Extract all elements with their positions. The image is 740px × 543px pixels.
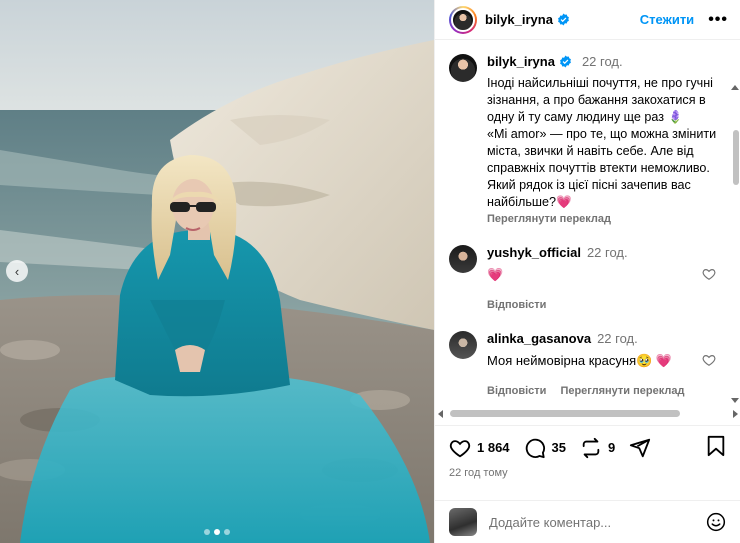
comment-input[interactable] (489, 514, 706, 530)
commenter-avatar[interactable] (449, 245, 477, 273)
heart-icon (449, 439, 471, 457)
caption-timestamp[interactable]: 22 год. (582, 54, 623, 69)
reply-button[interactable]: Відповісти (487, 299, 546, 311)
see-translation-link[interactable]: Переглянути переклад (487, 213, 726, 225)
post-header: bilyk_iryna Стежити ••• (435, 0, 740, 40)
comment-text: Моя неймовірна красуня🥹 💗 (487, 353, 673, 368)
comments-count: 35 (551, 440, 567, 455)
beach-photo-illustration (0, 0, 434, 543)
repost-icon (582, 437, 600, 458)
scroll-right-arrow[interactable] (733, 410, 738, 418)
comment-item: alinka_gasanova 22 год. Моя неймовірна к… (449, 331, 726, 397)
post-side-panel: bilyk_iryna Стежити ••• bilyk_iryna 22 г… (434, 0, 740, 543)
verified-icon (557, 13, 570, 26)
comment-icon (525, 438, 545, 458)
scroll-left-arrow[interactable] (438, 410, 443, 418)
repost-button[interactable]: 9 (580, 437, 615, 459)
post-actions-bar: 1 864 35 9 (435, 425, 740, 469)
comment-button[interactable]: 35 (524, 437, 566, 459)
author-username[interactable]: bilyk_iryna (485, 12, 553, 27)
save-bookmark-button[interactable] (706, 435, 726, 460)
emoji-icon[interactable] (706, 512, 726, 532)
bookmark-icon (707, 435, 725, 457)
commenter-username[interactable]: yushyk_official (487, 245, 581, 260)
current-user-avatar (449, 508, 477, 536)
comment-like-heart-icon[interactable] (702, 353, 716, 367)
horizontal-scrollbar[interactable] (436, 408, 740, 420)
author-avatar[interactable] (451, 7, 475, 32)
post-caption: bilyk_iryna 22 год. Іноді найсильніші по… (449, 54, 726, 225)
comment-item: yushyk_official 22 год. 💗 Відповісти (449, 245, 726, 311)
horizontal-scroll-thumb[interactable] (450, 410, 680, 417)
follow-button[interactable]: Стежити (640, 12, 694, 27)
likes-count[interactable]: 1 864 (477, 440, 510, 455)
commenter-avatar[interactable] (449, 331, 477, 359)
carousel-dots (0, 529, 434, 535)
comment-timestamp[interactable]: 22 год. (597, 331, 638, 346)
carousel-dot (204, 529, 210, 535)
carousel-dot-active (214, 529, 220, 535)
like-button[interactable]: 1 864 (449, 437, 510, 459)
commenter-username[interactable]: alinka_gasanova (487, 331, 591, 346)
comment-like-heart-icon[interactable] (702, 267, 716, 281)
more-options-button[interactable]: ••• (708, 11, 728, 29)
caption-text: Іноді найсильніші почуття, не про гучні … (487, 76, 717, 209)
comment-timestamp[interactable]: 22 год. (587, 245, 628, 260)
post-date[interactable]: 22 год тому (449, 467, 508, 479)
vertical-scrollbar[interactable] (733, 130, 739, 185)
carousel-prev-button[interactable]: ‹ (6, 260, 28, 282)
author-avatar-ring[interactable] (449, 5, 477, 34)
scroll-down-arrow[interactable] (731, 398, 739, 403)
reposts-count: 9 (608, 440, 616, 455)
post-photo[interactable]: ‹ (0, 0, 434, 543)
add-comment-bar (435, 500, 740, 543)
comments-section[interactable]: bilyk_iryna 22 год. Іноді найсильніші по… (435, 40, 740, 398)
carousel-dot (224, 529, 230, 535)
see-translation-link[interactable]: Переглянути переклад (560, 385, 684, 397)
reply-button[interactable]: Відповісти (487, 385, 546, 397)
caption-author-avatar[interactable] (449, 54, 477, 82)
instagram-post-view: ‹ bilyk_iryna Стежити ••• bilyk_iryna 22… (0, 0, 740, 543)
verified-icon (559, 55, 572, 68)
share-button[interactable] (629, 437, 651, 459)
comment-text: 💗 (487, 267, 504, 282)
scroll-up-arrow[interactable] (731, 85, 739, 90)
caption-author-username[interactable]: bilyk_iryna (487, 54, 555, 69)
share-icon (630, 438, 651, 457)
